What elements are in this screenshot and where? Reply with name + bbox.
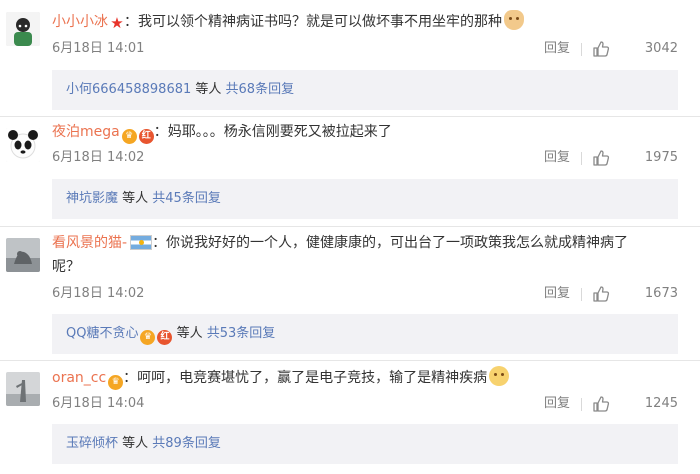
comment-text: ：呵呵，电竞赛堪忧了，赢了是电子竞技，输了是精神疾病 <box>123 370 488 386</box>
sub-reply-user[interactable]: 小何666458898681 <box>66 82 191 97</box>
sub-reply-user[interactable]: 神坑影魔 <box>66 191 118 206</box>
comment-meta: 6月18日 14:01 回复 3042 <box>52 39 678 59</box>
sub-reply-text: 等人 <box>118 436 153 451</box>
sub-reply-text: 等人 <box>172 326 207 341</box>
divider <box>581 152 582 165</box>
sub-reply-total[interactable]: 共68条回复 <box>226 82 295 97</box>
divider <box>0 226 700 227</box>
thumb-up-icon <box>593 396 610 412</box>
thumb-up-icon <box>593 41 610 57</box>
comment-time: 6月18日 14:02 <box>52 286 145 301</box>
avatar[interactable] <box>6 372 40 406</box>
crown-badge-icon: ♛ <box>140 330 156 345</box>
avatar[interactable] <box>6 128 40 162</box>
divider <box>581 288 582 301</box>
crown-badge-icon: ♛ <box>108 375 124 390</box>
sub-reply-text: 等人 <box>118 191 153 206</box>
sub-reply-user[interactable]: QQ糖不贪心 <box>66 326 138 341</box>
divider <box>0 360 700 361</box>
comment-meta: 6月18日 14:02 回复 1673 <box>52 284 678 304</box>
sub-reply-text: 等人 <box>191 82 226 97</box>
comment-meta: 6月18日 14:02 回复 1975 <box>52 148 678 168</box>
reply-button[interactable]: 回复 <box>544 284 570 304</box>
sub-reply-summary[interactable]: 玉碎倾杯 等人 共89条回复 <box>52 424 678 464</box>
comment-text-line: 看风景的猫- ：你说我好好的一个人，健健康康的，可出台了一项政策我怎么就成精神病了 <box>52 231 678 255</box>
divider <box>0 116 700 117</box>
reply-button[interactable]: 回复 <box>544 148 570 168</box>
comment-text-line: 夜泊mega ♛ 红：妈耶。。。杨永信刚要死又被拉起来了 <box>52 120 678 144</box>
comment-text: ：妈耶。。。杨永信刚要死又被拉起来了 <box>153 124 392 140</box>
username-link[interactable]: 看风景的猫- <box>52 235 127 251</box>
crown-badge-icon: ♛ <box>121 129 137 144</box>
argentina-flag-icon <box>130 235 153 250</box>
comment-time: 6月18日 14:02 <box>52 150 145 165</box>
star-badge-icon: ★ <box>110 14 124 32</box>
red-badge-icon: 红 <box>157 330 173 345</box>
like-count: 3042 <box>644 41 678 56</box>
comment-text-line: oran_cc ♛ ：呵呵，电竞赛堪忧了，赢了是电子竞技，输了是精神疾病 <box>52 366 678 390</box>
sub-reply-summary[interactable]: QQ糖不贪心 ♛ 红 等人 共53条回复 <box>52 314 678 354</box>
reply-button[interactable]: 回复 <box>544 394 570 414</box>
like-button[interactable]: 1673 <box>592 284 678 304</box>
comment-time: 6月18日 14:01 <box>52 41 145 56</box>
username-link[interactable]: oran_cc <box>52 370 106 386</box>
divider <box>581 398 582 411</box>
thumb-up-icon <box>593 286 610 302</box>
avatar[interactable] <box>6 238 40 272</box>
comment-text-line: 小小小冰 ★：我可以领个精神病证书吗？就是可以做坏事不用坐牢的那种 <box>52 10 678 34</box>
avatar[interactable] <box>6 12 40 46</box>
sub-reply-summary[interactable]: 小何666458898681 等人 共68条回复 <box>52 70 678 110</box>
like-count: 1975 <box>644 150 678 165</box>
sub-reply-total[interactable]: 共45条回复 <box>152 191 221 206</box>
sub-reply-total[interactable]: 共89条回复 <box>152 436 221 451</box>
thumb-up-icon <box>593 150 610 166</box>
like-button[interactable]: 3042 <box>592 39 678 59</box>
like-count: 1245 <box>644 396 678 411</box>
reply-button[interactable]: 回复 <box>544 39 570 59</box>
red-badge-icon: 红 <box>138 129 154 144</box>
username-link[interactable]: 小小小冰 <box>52 14 108 30</box>
username-link[interactable]: 夜泊mega <box>52 124 120 140</box>
comment-text: ：我可以领个精神病证书吗？就是可以做坏事不用坐牢的那种 <box>124 14 502 30</box>
like-count: 1673 <box>644 286 678 301</box>
sub-reply-total[interactable]: 共53条回复 <box>207 326 276 341</box>
like-button[interactable]: 1975 <box>592 148 678 168</box>
comment-text-line: 呢？ <box>52 259 80 275</box>
sub-reply-user[interactable]: 玉碎倾杯 <box>66 436 118 451</box>
comment-time: 6月18日 14:04 <box>52 396 145 411</box>
emoji-icon <box>489 366 510 386</box>
comment-text: ：你说我好好的一个人，健健康康的，可出台了一项政策我怎么就成精神病了 <box>152 235 629 251</box>
divider <box>581 43 582 56</box>
emoji-icon <box>504 10 524 30</box>
sub-reply-summary[interactable]: 神坑影魔 等人 共45条回复 <box>52 179 678 219</box>
comment-meta: 6月18日 14:04 回复 1245 <box>52 394 678 414</box>
like-button[interactable]: 1245 <box>592 394 678 414</box>
